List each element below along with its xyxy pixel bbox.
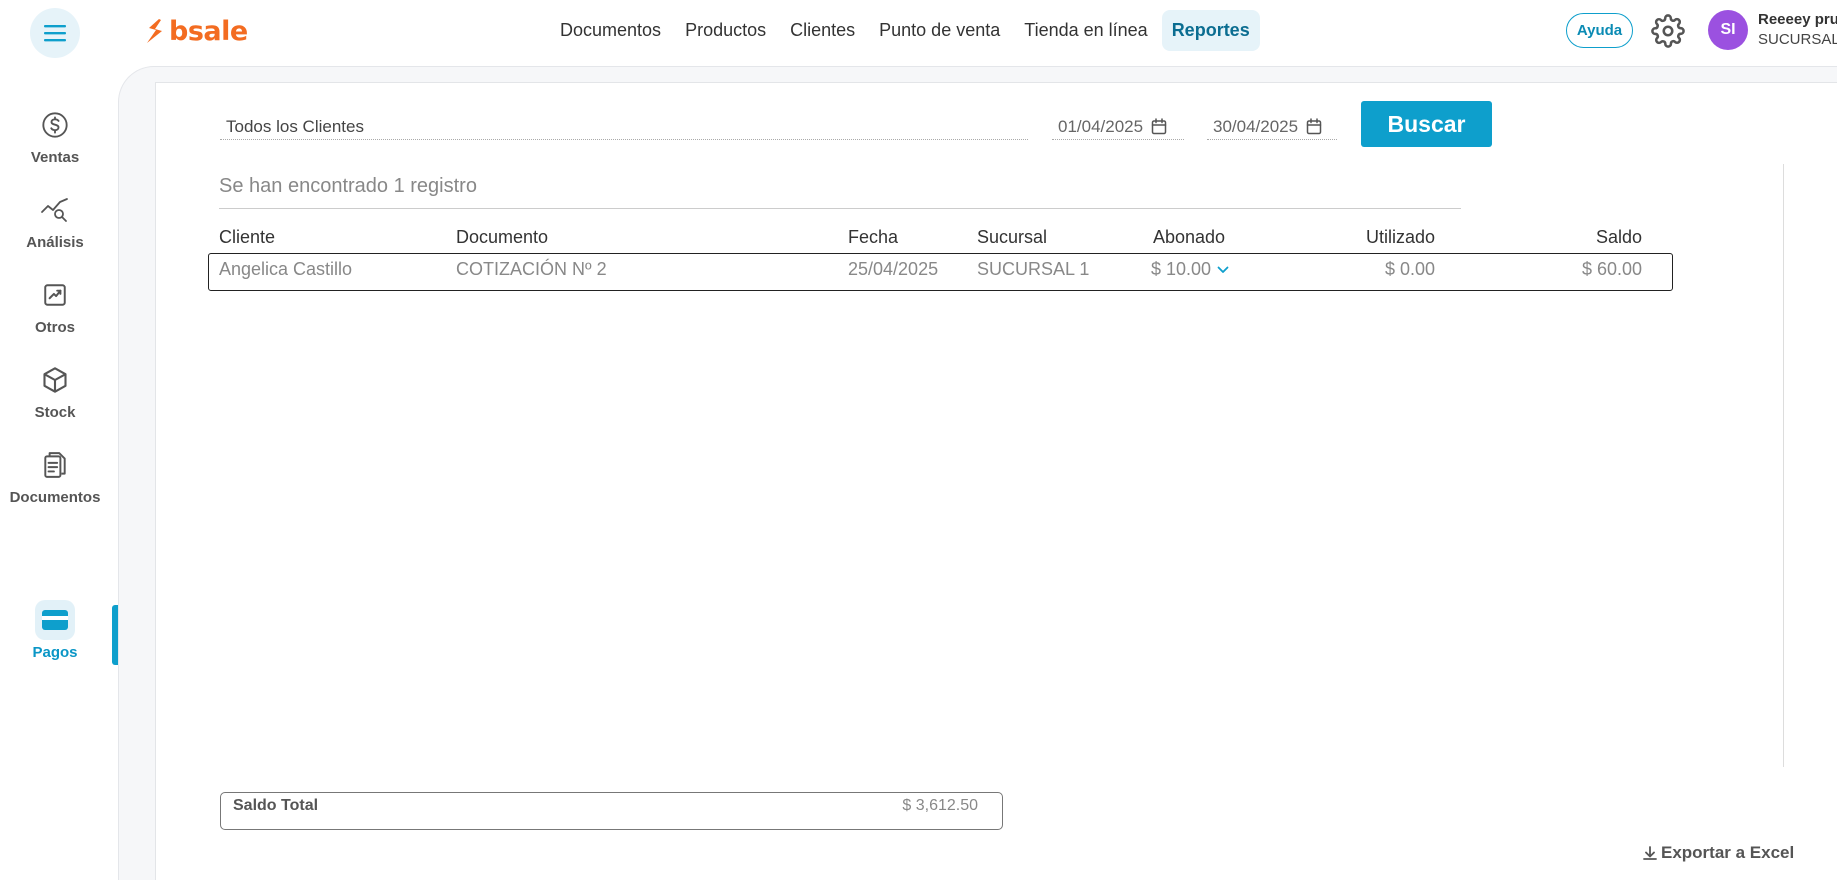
nav-productos[interactable]: Productos: [675, 10, 776, 51]
chevron-down-icon[interactable]: [1217, 266, 1229, 274]
nav-clientes[interactable]: Clientes: [780, 10, 865, 51]
sidebar-item-label: Ventas: [30, 149, 80, 166]
hamburger-icon: [44, 25, 66, 42]
cell-fecha: 25/04/2025: [848, 259, 939, 279]
top-bar: bsale Documentos Productos Clientes Punt…: [0, 0, 1837, 60]
cell-saldo: $ 60.00: [1581, 259, 1642, 279]
total-label: Saldo Total: [233, 797, 319, 814]
divider: [219, 208, 1461, 209]
export-excel-button[interactable]: Exportar a Excel: [1642, 843, 1794, 863]
trend-chart-icon: [35, 275, 75, 315]
cell-sucursal: SUCURSAL 1: [977, 259, 1090, 279]
sidebar-item-pagos[interactable]: Pagos: [0, 600, 110, 680]
date-from-field[interactable]: 01/04/2025: [1052, 114, 1184, 140]
abonado-value: $ 10.00: [1151, 259, 1212, 279]
client-filter-input[interactable]: Todos los Clientes: [220, 114, 1028, 140]
date-from-value: 01/04/2025: [1058, 116, 1144, 136]
bsale-logo-icon: [147, 19, 162, 43]
box-icon: [35, 360, 75, 400]
download-icon: [1643, 846, 1657, 860]
search-button[interactable]: Buscar: [1361, 101, 1492, 147]
nav-reportes[interactable]: Reportes: [1161, 10, 1260, 51]
column-header-fecha[interactable]: Fecha: [848, 227, 898, 248]
sidebar: Ventas Análisis Otros Stock Documentos P…: [0, 60, 118, 880]
records-count: Se han encontrado 1 registro: [219, 175, 477, 197]
sidebar-item-label: Stock: [34, 404, 76, 421]
analytics-icon: [35, 190, 75, 230]
cell-documento[interactable]: COTIZACIÓN Nº 2: [456, 259, 607, 280]
nav-documentos[interactable]: Documentos: [550, 10, 671, 51]
column-header-documento[interactable]: Documento: [456, 227, 548, 248]
document-icon: [35, 445, 75, 485]
sidebar-item-documentos[interactable]: Documentos: [0, 445, 110, 525]
sidebar-item-label: Documentos: [9, 489, 101, 506]
card-icon: [35, 600, 75, 640]
sidebar-item-label: Otros: [34, 319, 75, 336]
sidebar-item-ventas[interactable]: Ventas: [0, 105, 110, 185]
cell-utilizado: $ 0.00: [1384, 259, 1435, 279]
report-panel: [155, 82, 1837, 880]
sidebar-item-stock[interactable]: Stock: [0, 360, 110, 440]
column-header-abonado[interactable]: Abonado: [1153, 227, 1225, 248]
column-header-cliente[interactable]: Cliente: [219, 227, 275, 248]
cell-cliente: Angelica Castillo: [219, 259, 353, 279]
dollar-circle-icon: [35, 105, 75, 145]
table-row[interactable]: [208, 253, 1673, 291]
nav-tienda-en-linea[interactable]: Tienda en línea: [1014, 10, 1157, 51]
sidebar-item-analisis[interactable]: Análisis: [0, 190, 110, 270]
date-to-value: 30/04/2025: [1213, 116, 1299, 136]
user-name[interactable]: Reeeey pru: [1758, 11, 1837, 28]
logo-text: bsale: [169, 15, 248, 47]
scroll-track[interactable]: [1783, 164, 1784, 767]
column-header-sucursal[interactable]: Sucursal: [977, 227, 1047, 248]
main-nav: Documentos Productos Clientes Punto de v…: [550, 10, 1260, 51]
column-header-saldo[interactable]: Saldo: [1520, 227, 1642, 248]
help-button[interactable]: Ayuda: [1566, 13, 1633, 48]
date-to-field[interactable]: 30/04/2025: [1207, 114, 1337, 140]
sidebar-item-label: Pagos: [32, 644, 78, 661]
nav-punto-de-venta[interactable]: Punto de venta: [869, 10, 1010, 51]
sidebar-item-otros[interactable]: Otros: [0, 275, 110, 355]
sidebar-item-label: Análisis: [26, 234, 84, 251]
brand-logo[interactable]: bsale: [145, 14, 248, 48]
total-value: $ 3,612.50: [902, 797, 978, 814]
menu-button[interactable]: [30, 8, 80, 58]
export-label: Exportar a Excel: [1661, 843, 1795, 862]
cell-abonado[interactable]: $ 10.00: [1151, 259, 1229, 280]
gear-icon[interactable]: [1651, 14, 1685, 48]
column-header-utilizado[interactable]: Utilizado: [1300, 227, 1435, 248]
avatar[interactable]: SI: [1708, 10, 1748, 50]
calendar-icon: [1151, 118, 1167, 135]
user-branch: SUCURSAL: [1758, 31, 1837, 48]
calendar-icon: [1306, 118, 1322, 135]
